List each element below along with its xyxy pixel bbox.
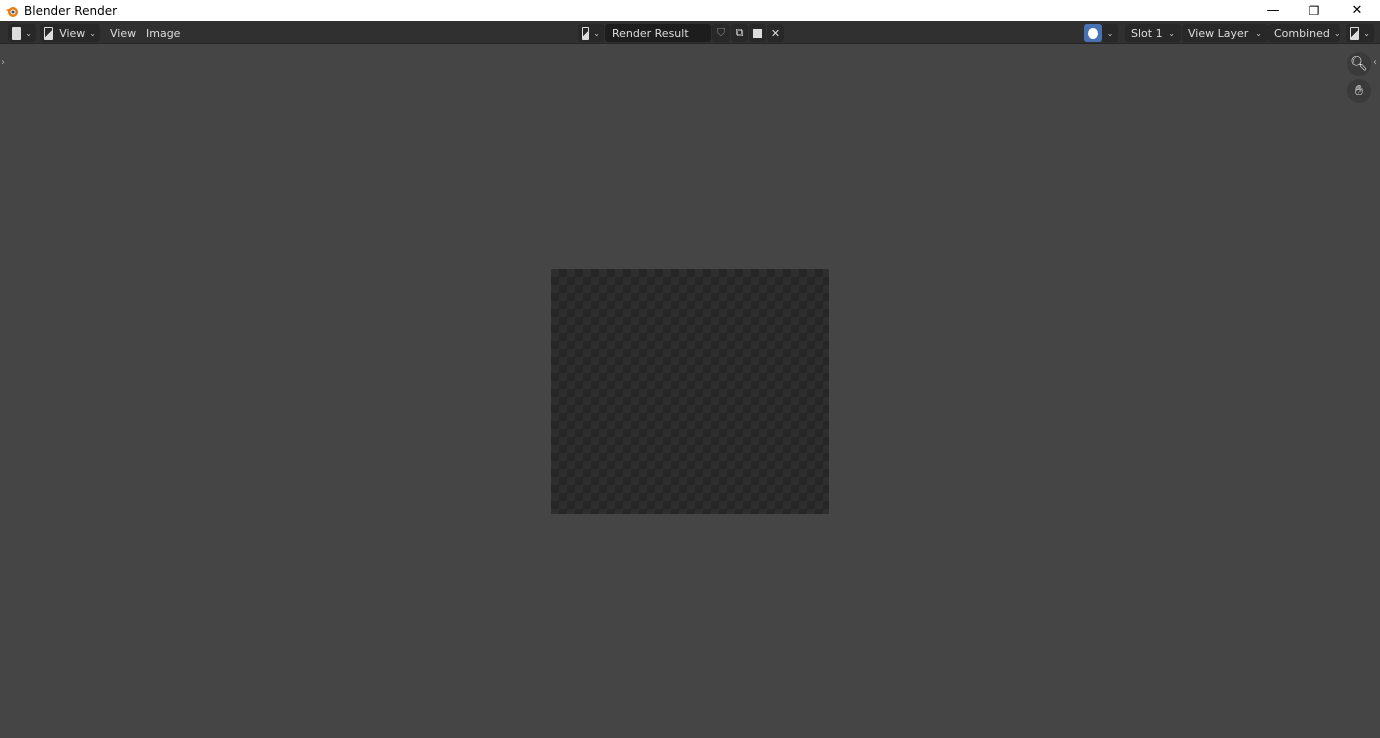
editor-type-selector[interactable]: ⌄ — [8, 24, 36, 42]
window-titlebar: Blender Render — ❐ ✕ — [0, 0, 1380, 21]
chevron-down-icon: ⌄ — [89, 28, 96, 38]
chevron-down-icon: ⌄ — [1106, 28, 1114, 38]
blender-logo-icon — [6, 6, 18, 17]
slot-dropdown[interactable]: Slot 1 ⌄ — [1125, 24, 1181, 42]
display-channels-button[interactable] — [1084, 24, 1102, 42]
minimize-button[interactable]: — — [1253, 0, 1293, 21]
chevron-down-icon: ⌄ — [25, 28, 32, 38]
overlay-dropdown[interactable]: ⌄ — [1346, 24, 1374, 42]
display-channels-dropdown[interactable]: ⌄ — [1102, 24, 1118, 42]
image-editor-icon — [12, 26, 22, 40]
pass-label: Combined — [1274, 26, 1330, 40]
view-mode-selector[interactable]: View ⌄ — [40, 24, 100, 42]
view-mode-label: View — [59, 26, 86, 40]
chevron-down-icon: ⌄ — [1255, 28, 1262, 38]
toolbar-expand-arrow-icon[interactable]: › — [1, 57, 5, 68]
shield-icon: ⛉ — [716, 26, 726, 39]
color-channels-icon — [1088, 27, 1098, 39]
render-result-canvas — [551, 269, 829, 514]
close-icon: ✕ — [770, 26, 781, 40]
unlink-image-button[interactable]: ✕ — [767, 24, 784, 42]
image-name-field[interactable]: Render Result — [605, 24, 711, 42]
slot-label: Slot 1 — [1131, 26, 1163, 40]
image-editor-header: ⌄ View ⌄ View Image ⌄ Render Result ⛉ ⧉ ✕… — [0, 21, 1380, 44]
zoom-button[interactable]: 🔍︎ — [1347, 52, 1371, 76]
close-window-button[interactable]: ✕ — [1337, 0, 1377, 21]
open-image-button[interactable] — [749, 24, 766, 42]
chevron-down-icon: ⌄ — [593, 28, 600, 38]
new-image-button[interactable]: ⧉ — [731, 24, 748, 42]
image-icon — [582, 26, 590, 40]
view-layer-dropdown[interactable]: View Layer ⌄ — [1182, 24, 1268, 42]
hand-icon: ✋︎ — [1355, 83, 1363, 99]
sidebar-expand-arrow-icon[interactable]: ‹ — [1373, 57, 1377, 68]
chevron-down-icon: ⌄ — [1333, 28, 1341, 38]
image-browse-button[interactable]: ⌄ — [578, 24, 604, 42]
chevron-down-icon: ⌄ — [1168, 28, 1175, 38]
view-layer-label: View Layer — [1188, 26, 1249, 40]
image-name: Render Result — [612, 26, 689, 40]
menu-view[interactable]: View — [110, 24, 136, 42]
folder-icon — [753, 28, 762, 38]
zoom-in-icon: 🔍︎ — [1350, 56, 1368, 72]
image-icon — [44, 26, 54, 40]
window-title: Blender Render — [24, 3, 118, 18]
restore-button[interactable]: ❐ — [1294, 0, 1334, 21]
chevron-down-icon: ⌄ — [1363, 28, 1370, 38]
menu-image[interactable]: Image — [146, 24, 180, 42]
overlay-icon — [1350, 26, 1360, 40]
pan-button[interactable]: ✋︎ — [1347, 79, 1371, 103]
fake-user-button[interactable]: ⛉ — [712, 24, 730, 42]
pass-dropdown[interactable]: Combined ⌄ — [1268, 24, 1341, 42]
duplicate-icon: ⧉ — [735, 26, 744, 39]
